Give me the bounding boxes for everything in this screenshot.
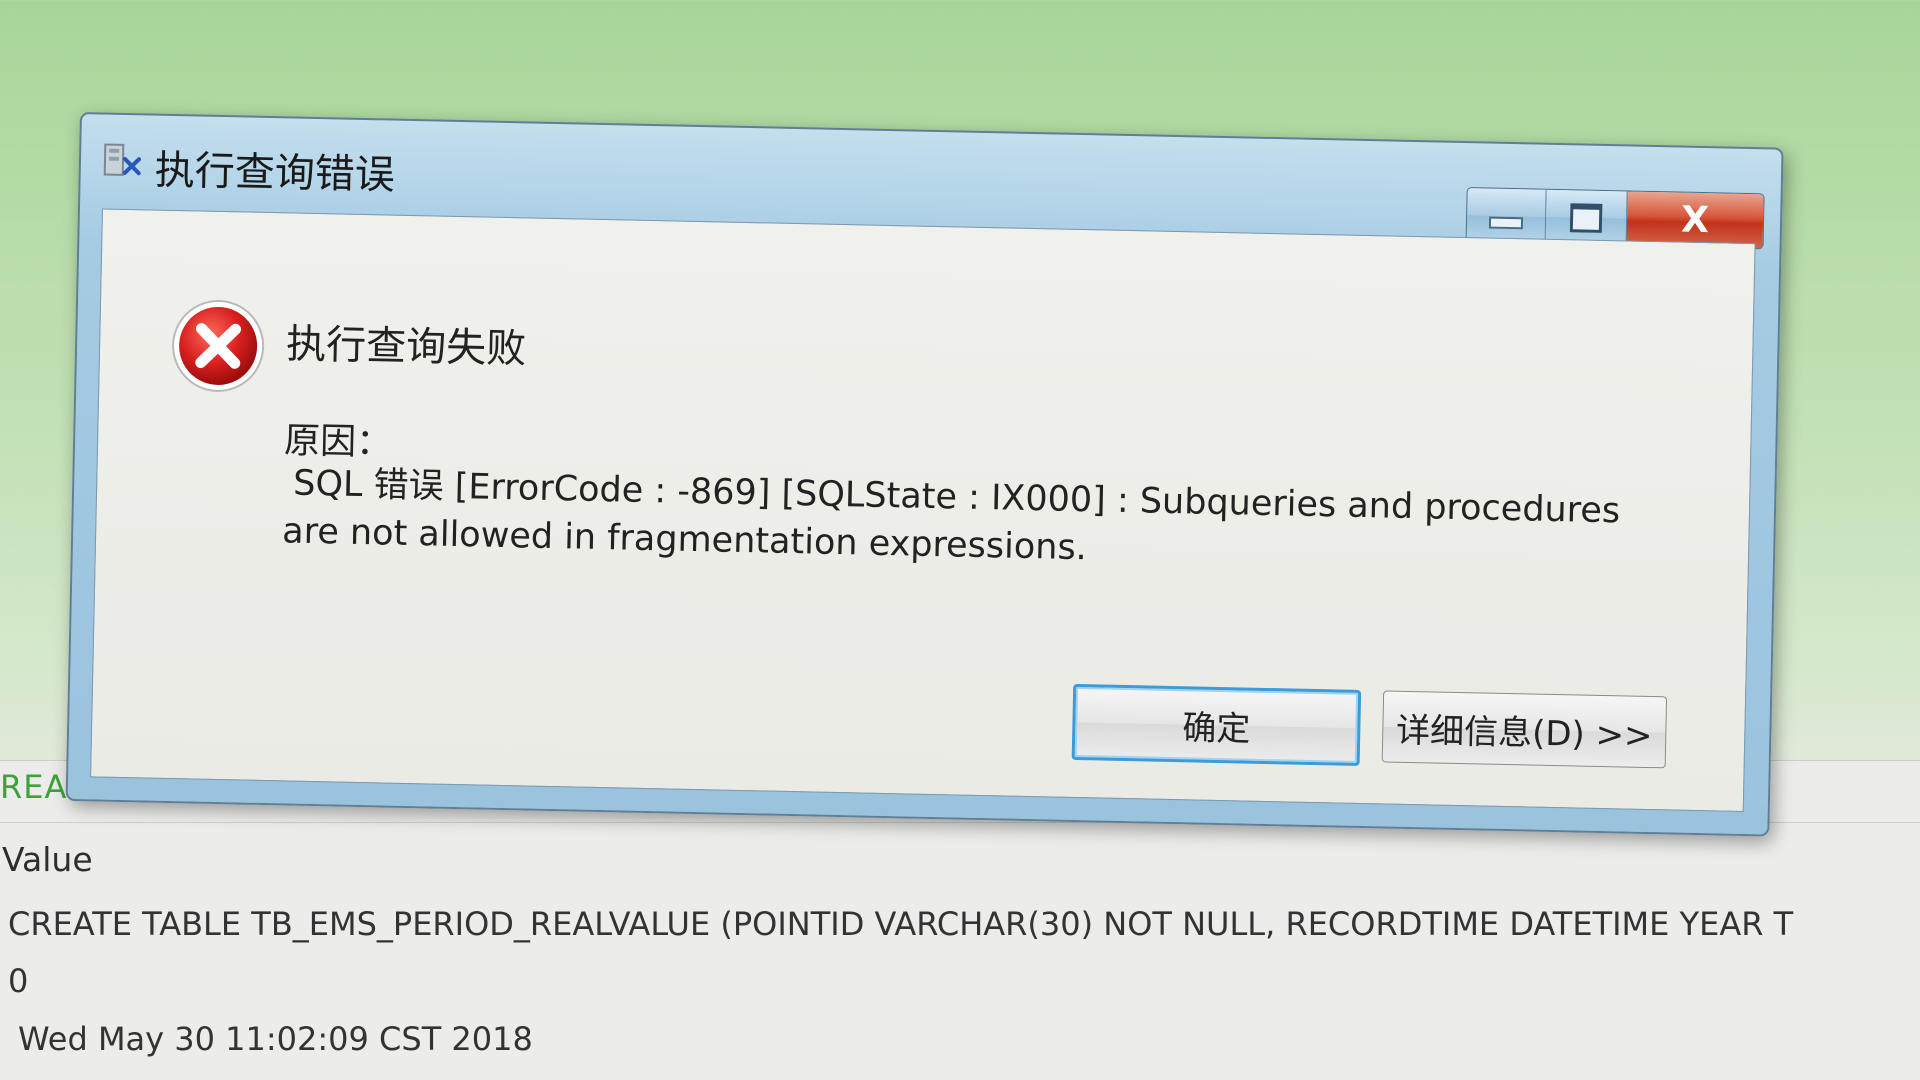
maximize-button[interactable] [1545,189,1628,246]
close-icon: X [1680,199,1710,241]
error-message: SQL 错误 [ErrorCode : -869] [SQLState : IX… [282,459,1684,584]
dialog-body: 执行查询失败 原因： SQL 错误 [ErrorCode : -869] [SQ… [90,208,1756,812]
results-row[interactable]: CREATE TABLE TB_EMS_PERIOD_REALVALUE (PO… [8,905,1793,943]
details-button[interactable]: 详细信息(D) >> [1381,690,1668,769]
window-title: 执行查询错误 [154,147,396,199]
ok-button-label: 确定 [1181,707,1251,750]
close-button[interactable]: X [1626,191,1764,249]
details-button-label: 详细信息(D) >> [1395,710,1653,756]
minimize-button[interactable] [1466,188,1547,244]
minimize-icon [1488,216,1524,230]
maximize-icon [1569,202,1603,233]
app-icon [103,143,142,176]
dialog-heading: 执行查询失败 [285,321,527,373]
error-dialog: 执行查询错误 X 执行查询失败 原因： SQL 错误 [ErrorCode: … [65,112,1784,837]
results-column-header: Value [2,840,93,879]
ok-button[interactable]: 确定 [1071,683,1362,766]
results-row[interactable]: Wed May 30 11:02:09 CST 2018 [18,1020,533,1058]
error-icon [172,299,265,392]
reason-label: 原因： [283,420,393,464]
results-row[interactable]: 0 [8,962,28,1000]
